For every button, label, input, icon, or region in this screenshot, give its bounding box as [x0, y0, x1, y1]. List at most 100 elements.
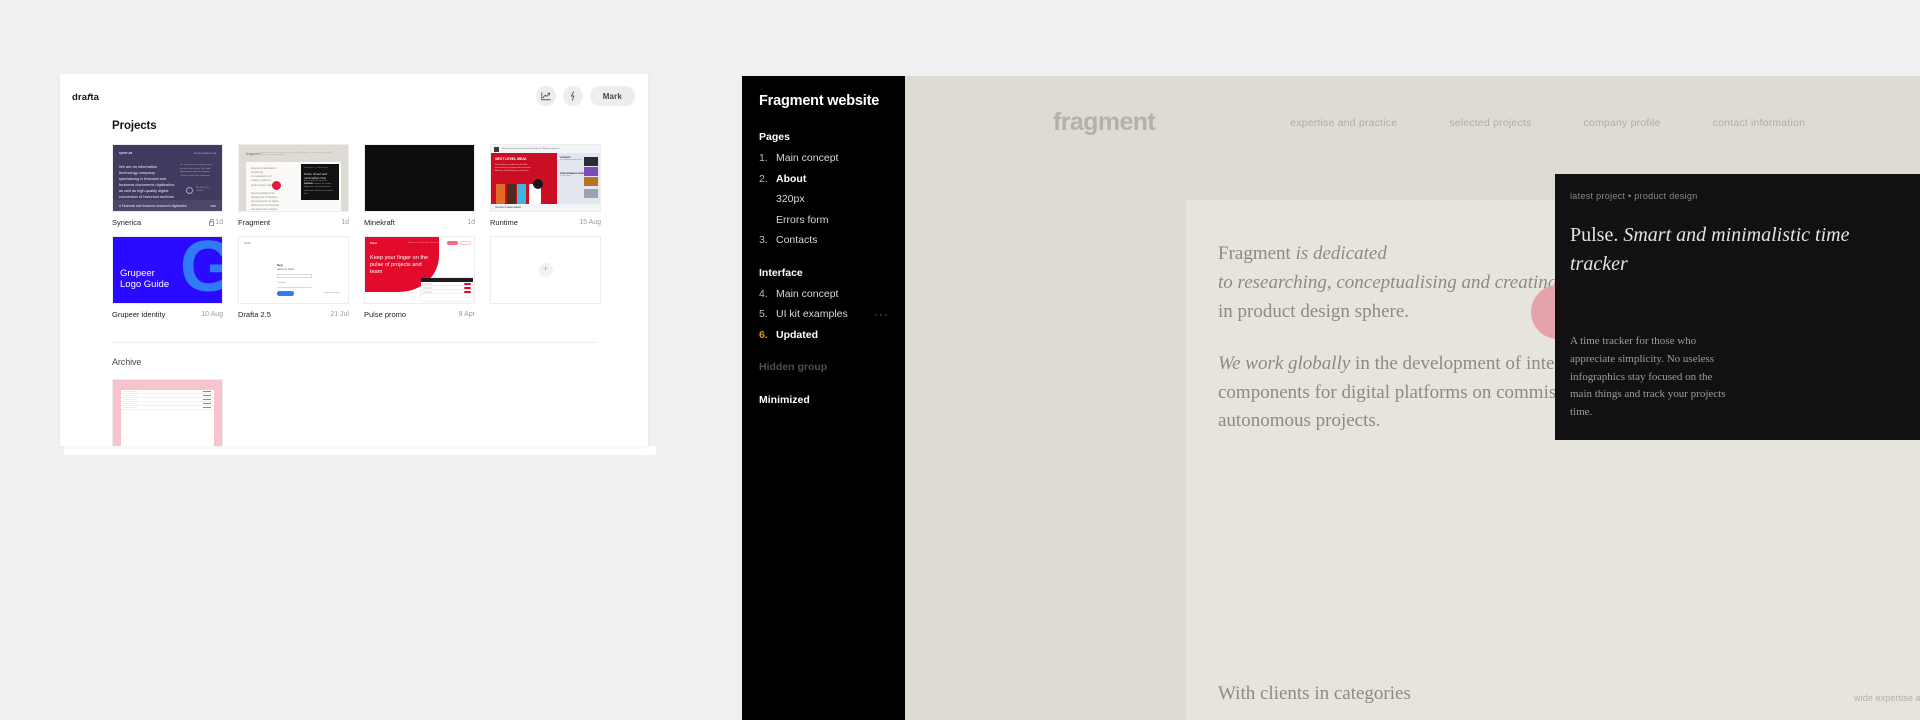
sidebar-group-minimized[interactable]: Minimized	[759, 394, 905, 406]
archive-thumb-bar	[124, 402, 137, 405]
thumb-title: Grupeer Logo Guide	[120, 268, 169, 291]
thumb-can-1	[496, 184, 505, 204]
thumb-footer-title-2: Simple	[390, 293, 396, 296]
more-options-icon[interactable]: ···	[874, 309, 889, 321]
thumb-footer-title-1: Clean	[370, 293, 375, 296]
sidebar-item-about[interactable]: 2. About	[759, 173, 905, 185]
nav-item-contact[interactable]: contact information	[1713, 117, 1806, 129]
thumb-hero-heading: NEXT LEVEL MEAL	[495, 157, 527, 161]
thumb-signin-button	[277, 291, 294, 296]
preview-feature-card: latest project • product design Pulse. S…	[1555, 174, 1920, 440]
project-card-pulse[interactable]: Pulse Features Solutions Pricing Keep yo…	[364, 236, 475, 319]
lock-icon	[208, 219, 215, 227]
thumb-subheading: welcome back!	[277, 268, 295, 271]
project-thumbnail[interactable]: fragment expertise and practice selected…	[238, 144, 349, 212]
item-label: Main concept	[776, 287, 839, 300]
mark-button[interactable]: Mark	[589, 86, 635, 106]
copy-1c: to researching, conceptualising and crea…	[1218, 271, 1558, 293]
thumb-input-email	[277, 274, 312, 278]
thumb-footer-right: see	[210, 203, 216, 208]
sidebar-group-interface: Interface	[759, 266, 803, 279]
item-number: 4.	[759, 287, 768, 300]
thumb-footer-1: Clean Status in 1 tap	[370, 294, 382, 300]
card-meta: Drafta 2.5 21 Jul	[238, 309, 349, 319]
thumb-nav-pill-2	[460, 241, 471, 245]
project-card-runtime[interactable]: Next level meal Regimens Drinks Snacks S…	[490, 144, 601, 227]
item-label: About	[776, 172, 807, 185]
sidebar-item-interface-main-concept[interactable]: 4. Main concept	[759, 288, 905, 300]
sidebar-item-errors-form[interactable]: Errors form	[759, 214, 905, 226]
card-title: Fragment	[238, 217, 271, 227]
sidebar-item-320px[interactable]: 320px	[759, 193, 905, 205]
archive-thumb-bar	[124, 394, 137, 397]
archive-thumbnail[interactable]	[112, 379, 223, 446]
card-meta: Fragment 1d	[238, 217, 349, 227]
project-card-fragment[interactable]: fragment expertise and practice selected…	[238, 144, 349, 227]
card-meta: Grupeer identity 10 Aug	[112, 309, 223, 319]
card-date-text: 9 Apr	[458, 310, 475, 318]
sidebar-item-main-concept[interactable]: 1. Main concept	[759, 152, 905, 164]
project-thumbnail[interactable]: Pulse Features Solutions Pricing Keep yo…	[364, 236, 475, 304]
sidebar-item-updated[interactable]: 6. Updated	[759, 329, 905, 341]
archive-thumb-sheet	[121, 390, 214, 446]
thumb-side-panel: HYDRATE Go complete your routine loop PE…	[557, 153, 600, 204]
archive-thumb-bar	[124, 406, 137, 409]
sidebar-item-contacts[interactable]: 3. Contacts	[759, 234, 905, 246]
thumb-hero-body: Fuel of Vitamins and Minerals and all th…	[495, 164, 531, 173]
archive-thumb-bar-accent	[203, 390, 211, 393]
item-number: 2.	[759, 172, 768, 185]
item-number: 5.	[759, 308, 768, 320]
item-label: Errors form	[776, 213, 829, 226]
thumb-watermark: G	[180, 237, 222, 303]
card-date: 1d	[467, 219, 475, 226]
preview-note: wide expertise and practice	[1854, 693, 1920, 703]
thumb-topbar: fragment expertise and practice selected…	[246, 152, 341, 156]
sidebar-group-hidden[interactable]: Hidden group	[759, 361, 905, 373]
card-date-text: 1d	[215, 218, 223, 226]
preview-body-copy-2: With clients in categories	[1218, 683, 1411, 704]
copy-1a: Fragment	[1218, 243, 1296, 264]
project-card-synerica[interactable]: syner-ca secure panel en ua We are an in…	[112, 144, 223, 227]
card-meta: Synerica 1d	[112, 217, 223, 227]
lightning-bolt-icon[interactable]	[562, 86, 583, 106]
project-card-grupeer[interactable]: G Grupeer Logo Guide Grupeer identity 10…	[112, 236, 223, 319]
thumb-product-row	[496, 184, 526, 204]
thumb-card-body: A time tracker for those who appreciate …	[304, 179, 334, 195]
add-project-tile[interactable]: +	[490, 236, 601, 304]
preview-nav: expertise and practice selected projects…	[1290, 117, 1805, 129]
thumb-chip-accent	[464, 290, 471, 293]
thumb-footer: a Financial and business document digiti…	[113, 200, 222, 211]
sidebar-item-ui-kit-examples[interactable]: 5. UI kit examples ···	[759, 308, 905, 321]
archive-card-1[interactable]	[112, 379, 223, 446]
project-card-drafta[interactable]: drafta Hey, welcome back! Password Forgo…	[238, 236, 349, 319]
archive-thumb-bar-accent	[203, 402, 211, 405]
thumb-footer-sub-2: Start any task	[390, 296, 402, 299]
card-date-text: 1d	[467, 218, 475, 226]
nav-item-projects[interactable]: selected projects	[1449, 117, 1531, 129]
chart-line-icon[interactable]	[535, 86, 556, 106]
plus-icon[interactable]: +	[538, 263, 553, 277]
archive-thumb-bar	[124, 398, 137, 401]
nav-item-company[interactable]: company profile	[1584, 117, 1661, 129]
thumb-heading: Keep your finger on the pulse of project…	[370, 255, 429, 276]
thumb-hero: NEXT LEVEL MEAL Fuel of Vitamins and Min…	[491, 153, 559, 204]
card-date-text: 15 Aug	[579, 218, 601, 226]
thumb-card-tag: latest project · product design	[304, 167, 328, 169]
project-card-minekraft[interactable]: Minekraft 1d	[364, 144, 475, 227]
project-thumbnail[interactable]: Next level meal Regimens Drinks Snacks S…	[490, 144, 601, 212]
item-number: 3.	[759, 234, 768, 246]
project-thumbnail[interactable]: drafta Hey, welcome back! Password Forgo…	[238, 236, 349, 304]
thumb-copy-2: We work globally in the development of i…	[251, 192, 279, 212]
project-card-add-new[interactable]: +	[490, 236, 601, 319]
archive-thumb-row	[121, 406, 214, 410]
nav-item-expertise[interactable]: expertise and practice	[1290, 117, 1397, 129]
feature-card-body: A time tracker for those who appreciate …	[1570, 334, 1726, 419]
thumb-side-copy: Our services cover a wide range of docum…	[180, 164, 213, 177]
project-thumbnail[interactable]: syner-ca secure panel en ua We are an in…	[112, 144, 223, 212]
project-thumbnail[interactable]: G Grupeer Logo Guide	[112, 236, 223, 304]
project-thumbnail[interactable]	[364, 144, 475, 212]
thumb-can-2	[506, 184, 516, 204]
app-logo[interactable]: drafta	[72, 92, 99, 103]
feature-heading-a: Pulse.	[1570, 224, 1624, 246]
thumb-chip-accent	[464, 282, 471, 285]
